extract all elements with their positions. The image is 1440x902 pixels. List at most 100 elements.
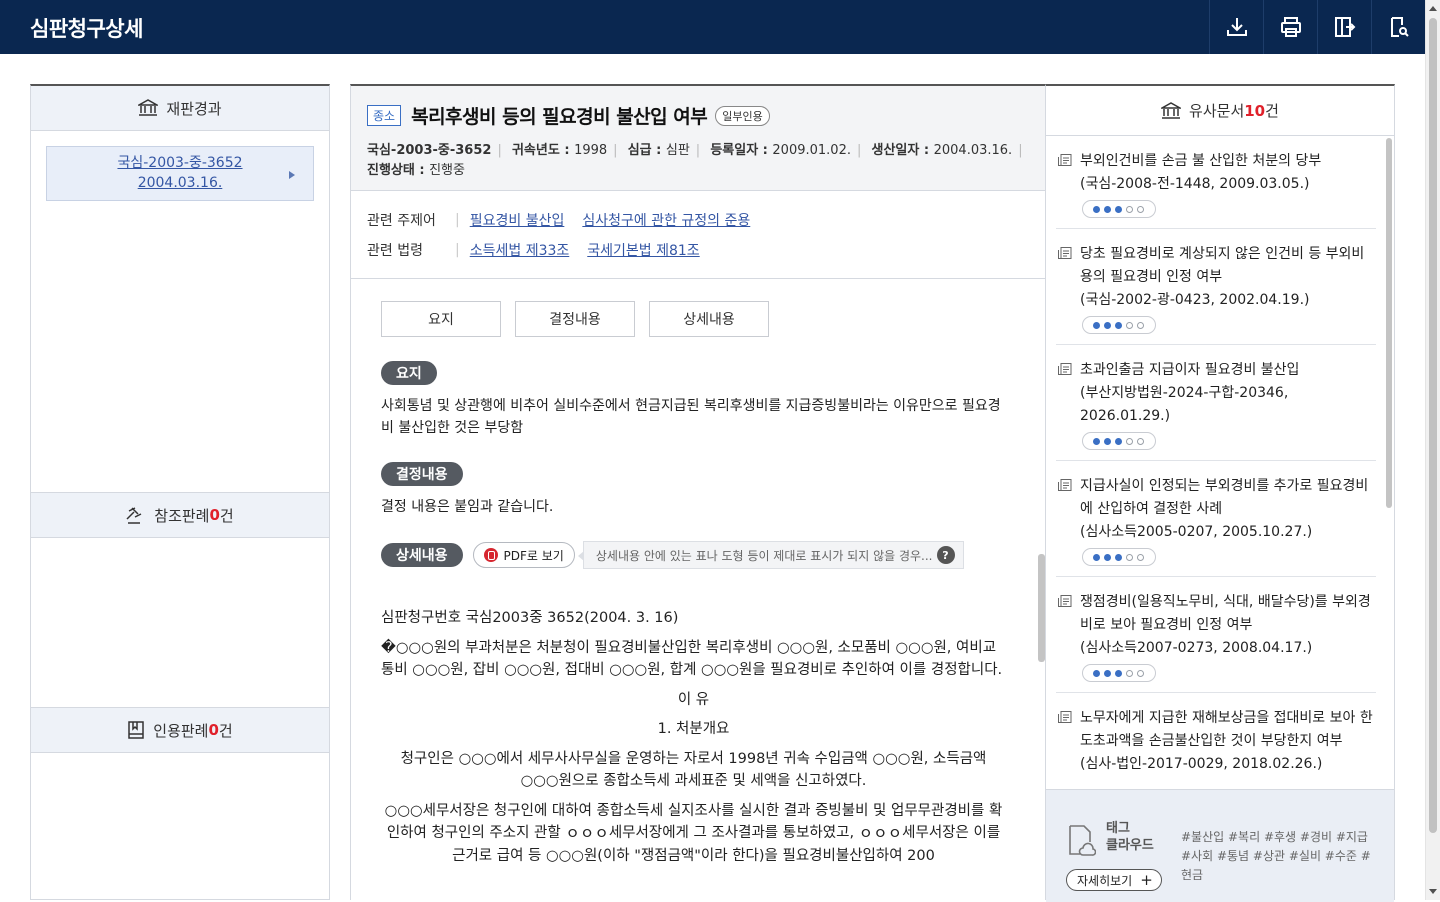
similarity-dot <box>1104 205 1111 213</box>
tab-detail[interactable]: 상세내용 <box>649 301 769 337</box>
detail-header: 상세내용 PDF로 보기 상세내용 안에 있는 표나 도형 등이 제대로 표시가… <box>381 541 1006 569</box>
bookmark-book-icon <box>127 721 145 739</box>
related-topic-link[interactable]: 필요경비 불산입 <box>470 210 565 230</box>
document-list-icon <box>1058 479 1072 491</box>
similarity-dot <box>1137 321 1144 329</box>
tax-type-tag: 종소 <box>367 105 402 126</box>
case-number-link[interactable]: 국심-2003-중-3652 <box>47 153 313 173</box>
help-icon[interactable]: ? <box>936 546 955 564</box>
similar-doc-ref: (국심-2002-광-0423, 2002.04.19.) <box>1080 292 1310 308</box>
related-laws-label: 관련 법령 <box>367 243 423 259</box>
reference-cases-count: 0 <box>209 506 220 524</box>
similar-doc-item[interactable]: 쟁점경비(일용직노무비, 식대, 배달수당)를 부외경비로 보아 필요경비 인정… <box>1056 577 1376 693</box>
triangle-right-icon <box>289 171 295 179</box>
document-panel: 종소 복리후생비 등의 필요경비 불산입 여부 일부인용 국심-2003-중-3… <box>350 84 1046 900</box>
display-notice: 상세내용 안에 있는 표나 도형 등이 제대로 표시가 되지 않을 경우... … <box>577 541 964 569</box>
similar-doc-ref: (심사소득2005-0207, 2005.10.27.) <box>1080 524 1313 540</box>
similar-doc-title[interactable]: 쟁점경비(일용직노무비, 식대, 배달수당)를 부외경비로 보아 필요경비 인정… <box>1080 591 1376 637</box>
related-law-link[interactable]: 국세기본법 제81조 <box>587 240 699 260</box>
similar-doc-item[interactable]: 당초 필요경비로 계상되지 않은 인건비 등 부외비용의 필요경비 인정 여부 (… <box>1056 229 1376 345</box>
similar-doc-item[interactable]: 부외인건비를 손금 불 산입한 처분의 당부 (국심-2008-전-1448, 2… <box>1056 136 1376 229</box>
related-law-link[interactable]: 소득세법 제33조 <box>470 240 570 260</box>
page-header: 심판청구상세 <box>0 0 1425 54</box>
document-body[interactable]: 요지 결정내용 상세내용 요지 사회통념 및 상관행에 비추어 실비수준에서 현… <box>351 279 1046 902</box>
page-scrollbar[interactable] <box>1425 0 1440 900</box>
scroll-thumb[interactable] <box>1429 18 1437 833</box>
document-title: 복리후생비 등의 필요경비 불산입 여부 <box>411 106 708 128</box>
tab-decision[interactable]: 결정내용 <box>515 301 635 337</box>
similar-doc-text[interactable]: 당초 필요경비로 계상되지 않은 인건비 등 부외비용의 필요경비 인정 여부 (… <box>1080 243 1376 312</box>
print-button[interactable] <box>1263 0 1317 54</box>
decision-badge: 일부인용 <box>715 105 770 126</box>
similar-doc-text[interactable]: 노무자에게 지급한 재해보상금을 접대비로 보아 한도초과액을 손금불산입한 것… <box>1080 707 1376 776</box>
similar-doc-title[interactable]: 당초 필요경비로 계상되지 않은 인건비 등 부외비용의 필요경비 인정 여부 <box>1080 243 1376 289</box>
plus-icon: + <box>1140 871 1153 889</box>
export-icon <box>1334 17 1355 37</box>
similar-docs-suffix: 건 <box>1265 102 1279 120</box>
similarity-dot <box>1093 437 1100 445</box>
similar-doc-text[interactable]: 부외인건비를 손금 불 산입한 처분의 당부 (국심-2008-전-1448, 2… <box>1080 150 1376 196</box>
detail-heading: 1. 처분개요 <box>657 721 730 737</box>
decision-text: 결정 내용은 붙임과 같습니다. <box>381 499 554 515</box>
display-notice-text: 상세내용 안에 있는 표나 도형 등이 제대로 표시가 되지 않을 경우... <box>595 548 933 563</box>
decision-label: 결정내용 <box>381 462 463 486</box>
more-details-button[interactable]: 자세히보기 + <box>1066 869 1162 891</box>
cited-cases-section: 인용판례 0 건 <box>31 707 329 753</box>
similarity-dot <box>1137 553 1144 561</box>
detail-paragraph: 심판청구번호 국심2003중 3652(2004. 3. 16) <box>381 610 679 626</box>
similarity-score <box>1082 316 1156 334</box>
document-list-icon <box>1058 711 1072 723</box>
cited-cases-suffix: 건 <box>218 721 233 740</box>
similar-doc-text[interactable]: 지급사실이 인정되는 부외경비를 추가로 필요경비에 산입하여 결정한 사례 (심… <box>1080 475 1376 544</box>
similarity-score <box>1082 548 1156 566</box>
tag-cloud-icon <box>1069 825 1096 856</box>
pdf-view-button[interactable]: PDF로 보기 <box>472 542 575 568</box>
similar-doc-item[interactable]: 노무자에게 지급한 재해보상금을 접대비로 보아 한도초과액을 손금불산입한 것… <box>1056 693 1376 776</box>
detail-heading: 이 유 <box>677 691 710 708</box>
document-body-scrollbar[interactable] <box>1038 554 1045 662</box>
detail-paragraph: 청구인은 ○○○에서 세무사사무실을 운영하는 자로서 1998년 귀속 수입금… <box>400 750 987 790</box>
similar-doc-item[interactable]: 지급사실이 인정되는 부외경비를 추가로 필요경비에 산입하여 결정한 사례 (심… <box>1056 461 1376 577</box>
similar-docs-panel: 유사문서 10 건 부외인건비를 손금 불 산입한 처분의 당부 (국심-2008… <box>1045 84 1395 902</box>
gavel-icon <box>126 506 146 524</box>
detail-paragraph: ○○○세무서장은 청구인에 대하여 종합소득세 실지조사를 실시한 결과 증빙불… <box>384 802 1003 864</box>
tag-cloud-tags[interactable]: #불산입 #복리 #후생 #경비 #지급 #사회 #통념 #상관 #실비 #수준… <box>1181 828 1381 885</box>
similar-docs-title: 유사문서 <box>1189 102 1245 120</box>
export-button[interactable] <box>1317 0 1371 54</box>
similar-doc-item[interactable]: 초과인출금 지급이자 필요경비 불산입 (부산지방법원-2024-구합-20346… <box>1056 345 1376 461</box>
related-laws-row: 관련 법령 | 소득세법 제33조 국세기본법 제81조 <box>367 240 700 260</box>
preview-button[interactable] <box>1371 0 1425 54</box>
related-info: 관련 주제어 | 필요경비 불산입 심사청구에 관한 규정의 준용 관련 법령 … <box>351 191 1046 279</box>
similarity-dot <box>1137 669 1144 677</box>
summary-section: 요지 사회통념 및 상관행에 비추어 실비수준에서 현금지급된 복리후생비를 지… <box>381 361 1006 439</box>
similar-doc-text[interactable]: 초과인출금 지급이자 필요경비 불산입 (부산지방법원-2024-구합-20346… <box>1080 359 1376 428</box>
scroll-down-arrow[interactable] <box>1429 889 1437 894</box>
case-link-box[interactable]: 국심-2003-중-3652 2004.03.16. <box>46 146 314 201</box>
similar-docs-list[interactable]: 부외인건비를 손금 불 산입한 처분의 당부 (국심-2008-전-1448, 2… <box>1046 136 1386 776</box>
similar-doc-text[interactable]: 쟁점경비(일용직노무비, 식대, 배달수당)를 부외경비로 보아 필요경비 인정… <box>1080 591 1376 660</box>
similar-doc-title[interactable]: 부외인건비를 손금 불 산입한 처분의 당부 <box>1080 150 1376 173</box>
tag-cloud: 태그 클라우드 #불산입 #복리 #후생 #경비 #지급 #사회 #통념 #상관… <box>1046 789 1394 902</box>
meta-level: 심급 : 심판 <box>627 143 690 158</box>
case-date-link[interactable]: 2004.03.16. <box>47 173 313 193</box>
similarity-dot <box>1104 669 1111 677</box>
document-meta: 국심-2003-중-3652 | 귀속년도 : 1998 | 심급 : 심판 | 등록… <box>367 141 1030 181</box>
similar-doc-title[interactable]: 지급사실이 인정되는 부외경비를 추가로 필요경비에 산입하여 결정한 사례 <box>1080 475 1376 521</box>
reference-cases-header: 참조판례 0 건 <box>31 493 329 538</box>
court-icon <box>1161 101 1182 120</box>
similarity-dot <box>1093 669 1100 677</box>
document-search-icon <box>1390 17 1409 37</box>
similarity-dot <box>1126 669 1133 677</box>
detail-label: 상세내용 <box>381 543 463 567</box>
tab-summary[interactable]: 요지 <box>381 301 501 337</box>
similar-docs-scrollbar[interactable] <box>1386 138 1392 508</box>
similar-doc-title[interactable]: 노무자에게 지급한 재해보상금을 접대비로 보아 한도초과액을 손금불산입한 것… <box>1080 707 1376 753</box>
scroll-up-arrow[interactable] <box>1429 6 1437 11</box>
download-button[interactable] <box>1209 0 1263 54</box>
download-icon <box>1226 18 1247 36</box>
related-topic-link[interactable]: 심사청구에 관한 규정의 준용 <box>582 210 750 230</box>
similar-doc-title[interactable]: 초과인출금 지급이자 필요경비 불산입 <box>1080 359 1376 382</box>
similarity-score <box>1082 200 1156 218</box>
more-details-label: 자세히보기 <box>1077 873 1133 888</box>
similar-docs-header: 유사문서 10 건 <box>1046 86 1394 136</box>
